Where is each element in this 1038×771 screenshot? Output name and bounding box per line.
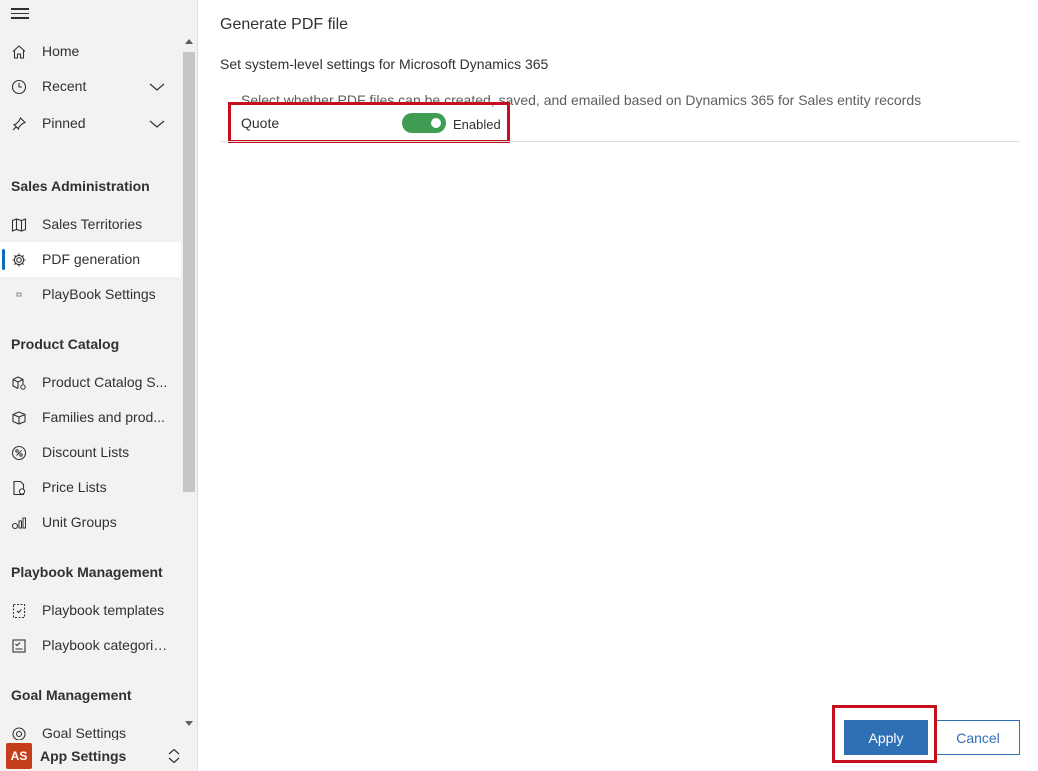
nav-item-discount-lists[interactable]: Discount Lists [0,435,181,470]
setting-description: Select whether PDF files can be created,… [241,92,922,108]
main-content: Generate PDF file Set system-level setti… [199,0,1038,771]
unit-groups-icon [10,514,28,532]
scroll-down-arrow-icon[interactable] [185,721,193,726]
nav-item-playbook-settings[interactable]: PlayBook Settings [0,277,181,312]
nav-item-home[interactable]: Home [0,34,181,69]
section-heading-goal-management: Goal Management [11,687,132,703]
map-icon [10,216,28,234]
quote-setting-label: Quote [241,115,280,131]
section-heading-playbook-management: Playbook Management [11,564,163,580]
nav-item-label: Playbook categories [42,637,168,653]
apply-button[interactable]: Apply [844,720,928,755]
nav-item-families-and-products[interactable]: Families and prod... [0,400,181,435]
checklist-icon [10,637,28,655]
toggle-state-label: Enabled [453,117,501,132]
nav-item-label: Unit Groups [42,514,117,530]
scroll-up-arrow-icon[interactable] [185,39,193,44]
nav-item-playbook-categories[interactable]: Playbook categories [0,628,181,663]
nav-item-label: Playbook templates [42,602,165,618]
nav-item-playbook-templates[interactable]: Playbook templates [0,593,181,628]
gear-icon [10,251,28,269]
quote-enabled-toggle[interactable] [402,113,446,133]
nav-item-sales-territories[interactable]: Sales Territories [0,207,181,242]
nav-item-label: Discount Lists [42,444,130,460]
nav-item-pdf-generation[interactable]: PDF generation [0,242,181,277]
sidebar-scrollbar[interactable] [181,36,197,726]
chevron-down-icon[interactable] [148,115,166,133]
pin-icon [10,115,28,133]
price-list-icon [10,479,28,497]
nav-item-label: PlayBook Settings [42,286,156,302]
nav-item-label: Price Lists [42,479,107,495]
chevron-up-down-icon[interactable] [166,747,182,765]
section-heading-product-catalog: Product Catalog [11,336,120,352]
nav-item-label: Goal Settings [42,725,127,741]
nav-item-label: Families and prod... [42,409,165,425]
toggle-knob [431,118,441,128]
nav-item-label: Home [42,43,80,59]
page-subtitle: Set system-level settings for Microsoft … [220,56,549,72]
small-square-icon [10,286,28,304]
nav-item-label: Sales Territories [42,216,143,232]
app-name: App Settings [40,748,127,764]
hamburger-menu-icon[interactable] [11,6,29,20]
nav-item-label: PDF generation [42,251,141,267]
section-heading-sales-administration: Sales Administration [11,178,150,194]
page-title: Generate PDF file [220,16,349,33]
box-icon [10,409,28,427]
nav-item-price-lists[interactable]: Price Lists [0,470,181,505]
sidebar: Home Recent Pinned Sales Administration … [0,0,198,771]
app-switcher[interactable]: AS App Settings [0,740,197,771]
nav-item-product-catalog-settings[interactable]: Product Catalog S... [0,365,181,400]
nav-item-unit-groups[interactable]: Unit Groups [0,505,181,540]
cancel-button[interactable]: Cancel [936,720,1020,755]
app-avatar: AS [6,743,32,769]
percent-icon [10,444,28,462]
nav-item-label: Product Catalog S... [42,374,168,390]
nav-item-recent[interactable]: Recent [0,69,181,104]
clock-icon [10,78,28,96]
nav-item-pinned[interactable]: Pinned [0,106,181,141]
divider [220,141,1020,142]
template-icon [10,602,28,620]
product-settings-icon [10,374,28,392]
chevron-down-icon[interactable] [148,78,166,96]
home-icon [10,43,28,61]
scrollbar-thumb[interactable] [183,52,195,492]
